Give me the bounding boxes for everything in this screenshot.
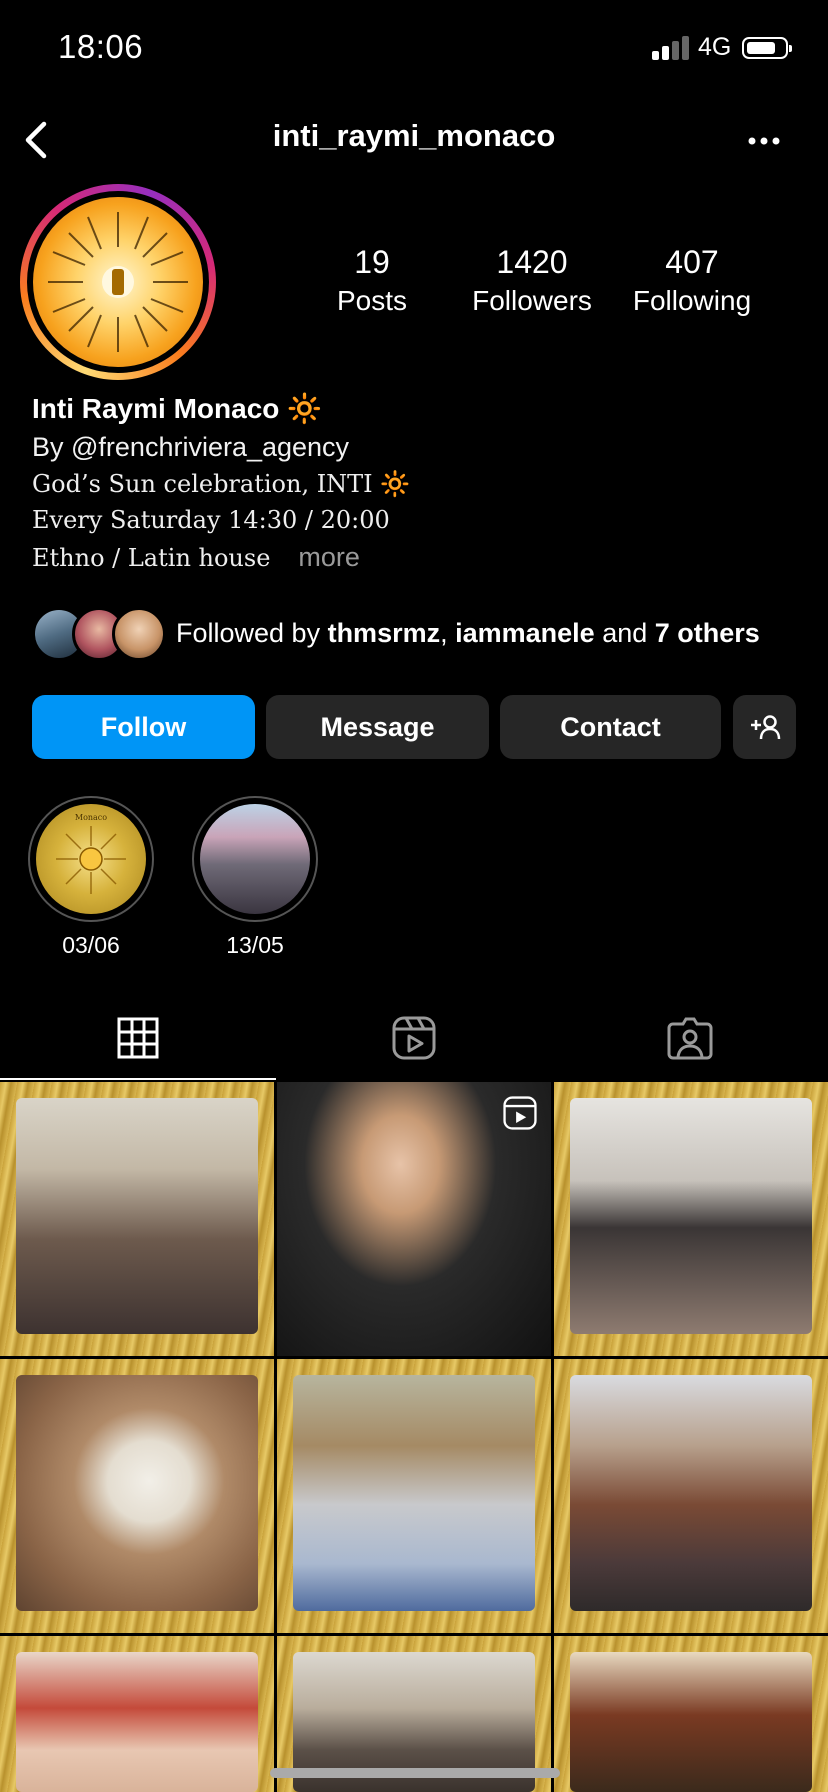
grid-post-9[interactable] <box>554 1636 828 1792</box>
stat-posts[interactable]: 19 Posts <box>287 244 457 317</box>
message-button[interactable]: Message <box>266 695 489 759</box>
more-options-icon[interactable] <box>744 126 784 156</box>
following-count: 407 <box>665 244 719 280</box>
follower-avatar-3[interactable] <box>112 607 166 661</box>
grid-post-1[interactable] <box>0 1082 274 1356</box>
cellular-signal-icon <box>652 36 689 60</box>
story-highlight-2[interactable] <box>192 796 318 922</box>
bio-by-line[interactable]: By @frenchriviera_agency <box>32 432 349 463</box>
post-photo <box>293 1375 535 1611</box>
grid-post-7[interactable] <box>0 1636 274 1792</box>
profile-avatar[interactable] <box>20 184 216 380</box>
tab-tagged[interactable] <box>552 1004 828 1072</box>
followed-by-separator: , <box>440 618 456 648</box>
post-photo <box>16 1652 258 1792</box>
add-person-icon <box>750 715 780 740</box>
bio-line-3-wrap: Ethno / Latin house more <box>32 542 360 573</box>
grid-post-6[interactable] <box>554 1359 828 1633</box>
post-photo <box>16 1098 258 1334</box>
highlight-badge-text: Monaco <box>75 813 107 822</box>
bio-line-2: Every Saturday 14:30 / 20:00 <box>32 506 390 534</box>
stat-following[interactable]: 407 Following <box>607 244 777 317</box>
contact-button[interactable]: Contact <box>500 695 721 759</box>
post-photo <box>16 1375 258 1611</box>
active-tab-indicator <box>0 1078 276 1080</box>
post-photo <box>570 1375 812 1611</box>
network-type: 4G <box>698 33 732 61</box>
follow-button[interactable]: Follow <box>32 695 255 759</box>
bio-line-3: Ethno / Latin house <box>32 544 271 572</box>
reel-indicator-icon <box>503 1096 537 1130</box>
tagged-person-icon <box>667 1017 713 1060</box>
followed-by-text[interactable]: Followed by thmsrmz, iammanele and 7 oth… <box>176 618 760 649</box>
grid-post-4[interactable] <box>0 1359 274 1633</box>
grid-post-2[interactable] <box>277 1082 551 1356</box>
sun-logo-icon <box>48 212 188 352</box>
story-highlight-2-label: 13/05 <box>226 932 284 958</box>
reels-icon <box>392 1016 436 1060</box>
bio-line-1: God’s Sun celebration, INTI 🔆 <box>32 470 411 498</box>
following-label: Following <box>632 285 752 316</box>
bio-more-link[interactable]: more <box>298 542 360 572</box>
followed-by-user-1[interactable]: thmsrmz <box>328 618 441 648</box>
story-highlight-1-label: 03/06 <box>62 932 120 958</box>
home-indicator <box>270 1768 560 1778</box>
grid-post-3[interactable] <box>554 1082 828 1356</box>
sun-emblem-icon: Monaco <box>56 813 126 894</box>
post-photo <box>570 1098 812 1334</box>
tab-grid[interactable] <box>0 1004 276 1072</box>
story-highlight-1[interactable]: Monaco <box>28 796 154 922</box>
posts-label: Posts <box>336 285 408 316</box>
grid-post-5[interactable] <box>277 1359 551 1633</box>
battery-icon <box>742 37 792 59</box>
followed-by-user-2[interactable]: iammanele <box>455 618 595 648</box>
stat-followers[interactable]: 1420 Followers <box>447 244 617 317</box>
followers-label: Followers <box>472 285 592 316</box>
followed-by-and: and <box>594 618 655 648</box>
status-time: 18:06 <box>58 28 144 65</box>
grid-icon <box>117 1017 159 1059</box>
posts-count: 19 <box>354 244 390 280</box>
profile-display-name: Inti Raymi Monaco 🔆 <box>32 393 323 424</box>
suggest-people-button[interactable] <box>733 695 796 759</box>
followed-by-prefix: Followed by <box>176 618 328 648</box>
followed-by-others[interactable]: 7 others <box>655 618 760 648</box>
followers-count: 1420 <box>496 244 568 280</box>
post-photo <box>570 1652 812 1792</box>
profile-username: inti_raymi_monaco <box>272 118 556 153</box>
tab-reels[interactable] <box>276 1004 552 1072</box>
